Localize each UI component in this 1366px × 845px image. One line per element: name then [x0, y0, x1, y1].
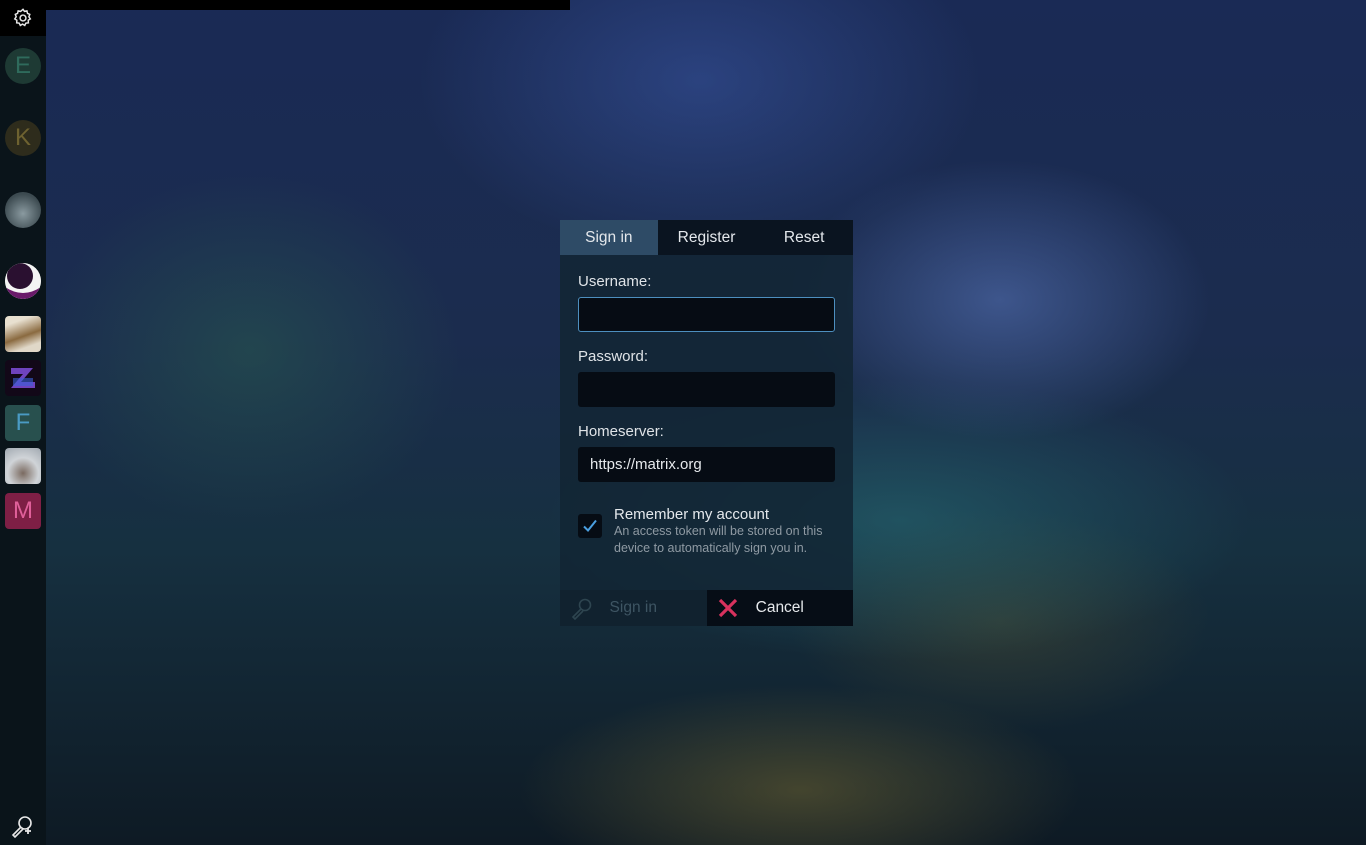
x-icon: [718, 598, 737, 618]
remember-checkbox[interactable]: [578, 514, 602, 538]
remember-account: Remember my account An access token will…: [578, 506, 835, 557]
gear-icon: [13, 8, 32, 27]
top-strip: [0, 0, 570, 10]
room-avatar-k[interactable]: K: [5, 120, 41, 156]
dialog-tabs: Sign in Register Reset: [560, 220, 853, 255]
room-avatar-moon[interactable]: [5, 263, 41, 299]
room-letter: F: [15, 409, 31, 436]
checkmark-icon: [583, 519, 597, 532]
room-avatar-image[interactable]: [5, 192, 41, 228]
crescent-moon-icon: [5, 263, 41, 299]
room-avatar-snow[interactable]: [5, 448, 41, 484]
sign-in-button[interactable]: Sign in: [560, 590, 707, 626]
add-account-key-icon: [11, 816, 32, 839]
pixel-logo-icon: [11, 368, 35, 388]
remember-title: Remember my account: [614, 506, 770, 523]
room-letter: M: [13, 497, 33, 524]
sign-in-label: Sign in: [609, 599, 657, 616]
sidebar: E K F M: [0, 0, 46, 845]
room-avatar-f[interactable]: F: [5, 405, 41, 441]
room-avatar-m[interactable]: M: [5, 493, 41, 529]
remember-description: An access token will be stored on this d…: [614, 524, 823, 555]
cancel-button[interactable]: Cancel: [706, 590, 853, 626]
key-icon: [571, 598, 592, 621]
username-label: Username:: [578, 273, 652, 290]
settings-button[interactable]: [0, 0, 46, 36]
dialog-buttons: Sign in Cancel: [560, 590, 853, 626]
room-avatar-tophat[interactable]: [5, 316, 41, 352]
room-letter: E: [14, 52, 31, 79]
tab-sign-in[interactable]: Sign in: [560, 220, 658, 255]
password-label: Password:: [578, 348, 649, 365]
login-form: Username: Password: Homeserver: Remember…: [560, 255, 853, 557]
username-input[interactable]: [578, 297, 835, 332]
tab-register[interactable]: Register: [658, 220, 756, 255]
room-avatar-pixel[interactable]: [5, 360, 41, 396]
cancel-label: Cancel: [755, 599, 804, 616]
password-input[interactable]: [578, 372, 835, 407]
add-account-button[interactable]: [10, 814, 36, 845]
homeserver-label: Homeserver:: [578, 423, 664, 440]
room-avatar-e[interactable]: E: [5, 48, 41, 84]
homeserver-input[interactable]: [578, 447, 835, 482]
tab-reset[interactable]: Reset: [755, 220, 853, 255]
room-letter: K: [14, 124, 31, 151]
login-dialog: Sign in Register Reset Username: Passwor…: [560, 220, 853, 626]
